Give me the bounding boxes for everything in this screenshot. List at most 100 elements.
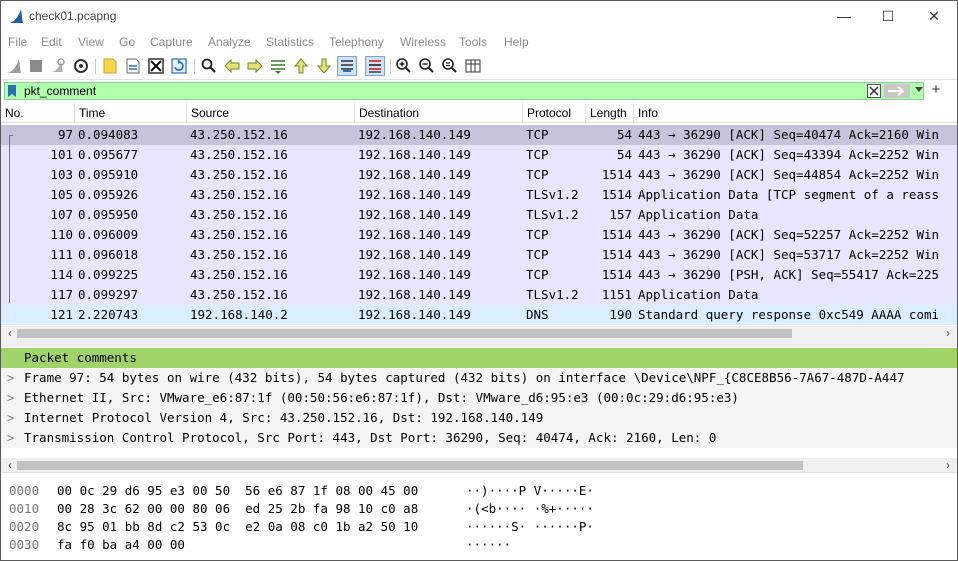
close-file-icon[interactable] [147,57,165,75]
pane-splitter[interactable] [1,340,957,347]
menu-analyze[interactable]: Analyze [208,35,251,49]
detail-tree-item[interactable]: > Transmission Control Protocol, Src Port… [1,428,957,448]
go-last-icon[interactable] [315,57,333,75]
menu-go[interactable]: Go [119,35,135,49]
shark-fin-start-icon[interactable] [5,57,23,75]
chevron-right-icon[interactable]: > [7,368,14,388]
menu-tools[interactable]: Tools [459,35,487,49]
go-back-icon[interactable] [223,57,241,75]
byte-ascii[interactable]: ······ [466,536,511,554]
byte-hex[interactable]: 00 0c 29 d6 95 e3 00 50 56 e6 87 1f 08 0… [57,482,418,500]
display-filter-field[interactable] [4,82,924,100]
cell-time: 0.095926 [78,187,139,202]
byte-ascii[interactable]: ·(<b···· ·%+····· [466,500,594,518]
minimize-button[interactable]: — [821,5,867,27]
zoom-out-icon[interactable] [418,57,436,75]
chevron-right-icon[interactable]: > [7,428,14,448]
apply-filter-button[interactable] [884,84,910,98]
cell-src: 43.250.152.16 [190,147,288,162]
menu-help[interactable]: Help [504,35,529,49]
zoom-reset-icon[interactable] [441,57,459,75]
close-button[interactable]: ✕ [911,5,957,27]
go-forward-icon[interactable] [246,57,264,75]
packet-list-hscroll[interactable]: ‹ › [1,326,957,340]
byte-hex[interactable]: fa f0 ba a4 00 00 [57,536,185,554]
table-row[interactable]: 103 0.095910 43.250.152.16 192.168.140.149 T… [1,165,957,185]
byte-hex[interactable]: 8c 95 01 bb 8d c2 53 0c e2 0a 08 c0 1b a… [57,518,418,536]
autoscroll-icon[interactable] [337,56,357,76]
zoom-in-icon[interactable] [395,57,413,75]
byte-hex[interactable]: 00 28 3c 62 00 00 80 06 ed 25 2b fa 98 1… [57,500,418,518]
byte-row: 0030 fa f0 ba a4 00 00 ······ [1,536,957,554]
scroll-right-icon[interactable]: › [941,458,955,472]
maximize-button[interactable]: ☐ [865,5,911,27]
table-row[interactable]: 101 0.095677 43.250.152.16 192.168.140.149 T… [1,145,957,165]
table-row[interactable]: 111 0.096018 43.250.152.16 192.168.140.149 T… [1,245,957,265]
cell-no: 114 [50,267,73,282]
add-filter-button-icon[interactable]: + [929,81,943,98]
cell-info: 443 → 36290 [ACK] Seq=52257 Ack=2252 Win [638,227,940,242]
pane-splitter[interactable] [1,472,957,478]
detail-tree-item[interactable]: > Ethernet II, Src: VMware_e6:87:1f (00:5… [1,388,957,408]
scroll-left-icon[interactable]: ‹ [3,326,17,340]
restart-icon[interactable] [49,57,67,75]
menu-edit[interactable]: Edit [41,35,62,49]
scroll-thumb[interactable] [17,461,803,470]
menu-statistics[interactable]: Statistics [266,35,314,49]
display-filter-input[interactable] [24,83,864,99]
scroll-left-icon[interactable]: ‹ [3,458,17,472]
cell-dst: 192.168.140.149 [358,167,471,182]
clear-filter-icon[interactable] [867,84,881,98]
col-source[interactable]: Source [187,103,355,123]
cell-dst: 192.168.140.149 [358,147,471,162]
menu-telephony[interactable]: Telephony [329,35,384,49]
scroll-thumb[interactable] [17,329,792,338]
col-time[interactable]: Time [75,103,187,123]
go-to-packet-icon[interactable] [269,57,287,75]
table-row[interactable]: 105 0.095926 43.250.152.16 192.168.140.149 T… [1,185,957,205]
byte-offset: 0010 [9,501,40,516]
colorize-icon[interactable] [365,56,385,76]
menu-view[interactable]: View [78,35,104,49]
byte-ascii[interactable]: ······S· ······P· [466,518,594,536]
open-folder-icon[interactable] [101,57,119,75]
cell-proto: TCP [526,247,549,262]
table-row[interactable]: 117 0.099297 43.250.152.16 192.168.140.149 T… [1,285,957,305]
options-gear-icon[interactable] [72,57,90,75]
filter-history-dropdown[interactable] [915,87,923,92]
menu-wireless[interactable]: Wireless [400,35,446,49]
table-row[interactable]: 114 0.099225 43.250.152.16 192.168.140.149 T… [1,265,957,285]
resize-columns-icon[interactable] [464,57,482,75]
scroll-right-icon[interactable]: › [941,326,955,340]
cell-len: 157 [609,207,632,222]
table-row[interactable]: 110 0.096009 43.250.152.16 192.168.140.149 T… [1,225,957,245]
find-icon[interactable] [200,57,218,75]
chevron-right-icon[interactable]: > [7,408,14,428]
packet-comments-header[interactable]: Packet comments [1,348,957,368]
chevron-right-icon[interactable]: > [7,388,14,408]
reload-icon[interactable] [170,57,188,75]
details-hscroll[interactable]: ‹ › [1,458,957,472]
detail-tree-item[interactable]: > Internet Protocol Version 4, Src: 43.25… [1,408,957,428]
col-no[interactable]: No. [1,103,75,123]
table-row[interactable]: 97 0.094083 43.250.152.16 192.168.140.149 TC… [1,125,957,145]
table-row[interactable]: 121 2.220743 192.168.140.2 192.168.140.149 D… [1,305,957,325]
col-destination[interactable]: Destination [355,103,523,123]
cell-len: 1514 [601,227,632,242]
table-row[interactable]: 107 0.095950 43.250.152.16 192.168.140.149 T… [1,205,957,225]
save-file-icon[interactable] [124,57,142,75]
go-first-icon[interactable] [292,57,310,75]
col-protocol[interactable]: Protocol [523,103,586,123]
menu-capture[interactable]: Capture [150,35,193,49]
bookmark-icon[interactable] [8,85,16,97]
cell-proto: TCP [526,167,549,182]
stop-icon[interactable] [27,57,45,75]
menu-file[interactable]: File [8,35,27,49]
byte-ascii[interactable]: ··)····P V·····E· [466,482,594,500]
detail-text: Transmission Control Protocol, Src Port:… [24,430,717,445]
col-length[interactable]: Length [586,103,634,123]
detail-text: Internet Protocol Version 4, Src: 43.250… [24,410,544,425]
detail-tree-item[interactable]: > Frame 97: 54 bytes on wire (432 bits), … [1,368,957,388]
cell-time: 0.099297 [78,287,139,302]
col-info[interactable]: Info [634,103,957,123]
